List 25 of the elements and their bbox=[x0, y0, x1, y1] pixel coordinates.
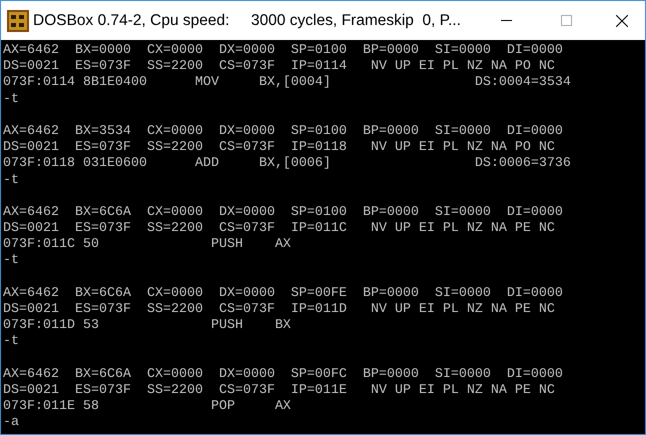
register-line: DS=0021 ES=073F SS=2200 CS=073F IP=011D NV UP EI PL NZ NA PE NC bbox=[3, 302, 556, 318]
register-line: AX=6462 BX=3534 CX=0000 DX=0000 SP=0100 BP=0000 SI=0000 DI=0000 bbox=[3, 124, 564, 140]
close-icon bbox=[616, 14, 628, 26]
register-line: AX=6462 BX=6C6A CX=0000 DX=0000 SP=00FE BP=0000 SI=0000 DI=0000 bbox=[3, 286, 564, 302]
minimize-icon bbox=[500, 20, 512, 21]
register-line: DS=0021 ES=073F SS=2200 CS=073F IP=0118 NV UP EI PL NZ NA PO NC bbox=[3, 140, 556, 156]
register-line: DS=0021 ES=073F SS=2200 CS=073F IP=0114 NV UP EI PL NZ NA PO NC bbox=[3, 59, 556, 75]
instruction-line: 073F:011D 53 PUSH BX bbox=[3, 318, 292, 334]
instruction-line: 073F:0114 8B1E0400 MOV BX,[0004] DS:0004=3534 bbox=[3, 75, 572, 92]
app-logo-icon bbox=[7, 10, 29, 32]
instruction-line: 073F:0118 031E0600 ADD BX,[0006] DS:0006=3736 bbox=[3, 156, 572, 172]
command-line: -t bbox=[3, 92, 20, 108]
instruction-line: 073F:011C 50 PUSH AX bbox=[3, 237, 292, 254]
register-line: DS=0021 ES=073F SS=2200 CS=073F IP=011C NV UP EI PL NZ NA PE NC bbox=[3, 221, 556, 238]
command-line: -a bbox=[3, 415, 20, 432]
command-line: -t bbox=[3, 334, 20, 351]
register-line: AX=6462 BX=6C6A CX=0000 DX=0000 SP=00FC BP=0000 SI=0000 DI=0000 bbox=[3, 366, 564, 383]
maximize-icon bbox=[560, 15, 572, 26]
register-line: DS=0021 ES=073F SS=2200 CS=073F IP=011E NV UP EI PL NZ NA PE NC bbox=[3, 382, 556, 400]
window-title: DOSBox 0.74-2, Cpu speed: 3000 cycles, Frameskip 0, P... bbox=[33, 10, 461, 31]
command-line: -t bbox=[3, 172, 20, 189]
command-line: -t bbox=[3, 253, 20, 270]
register-line: AX=6462 BX=0000 CX=0000 DX=0000 SP=0100 BP=0000 SI=0000 DI=0000 bbox=[3, 43, 564, 60]
register-line: AX=6462 BX=6C6A CX=0000 DX=0000 SP=0100 BP=0000 SI=0000 DI=0000 bbox=[3, 204, 564, 222]
instruction-line: 073F:011E 58 POP AX bbox=[3, 399, 292, 416]
